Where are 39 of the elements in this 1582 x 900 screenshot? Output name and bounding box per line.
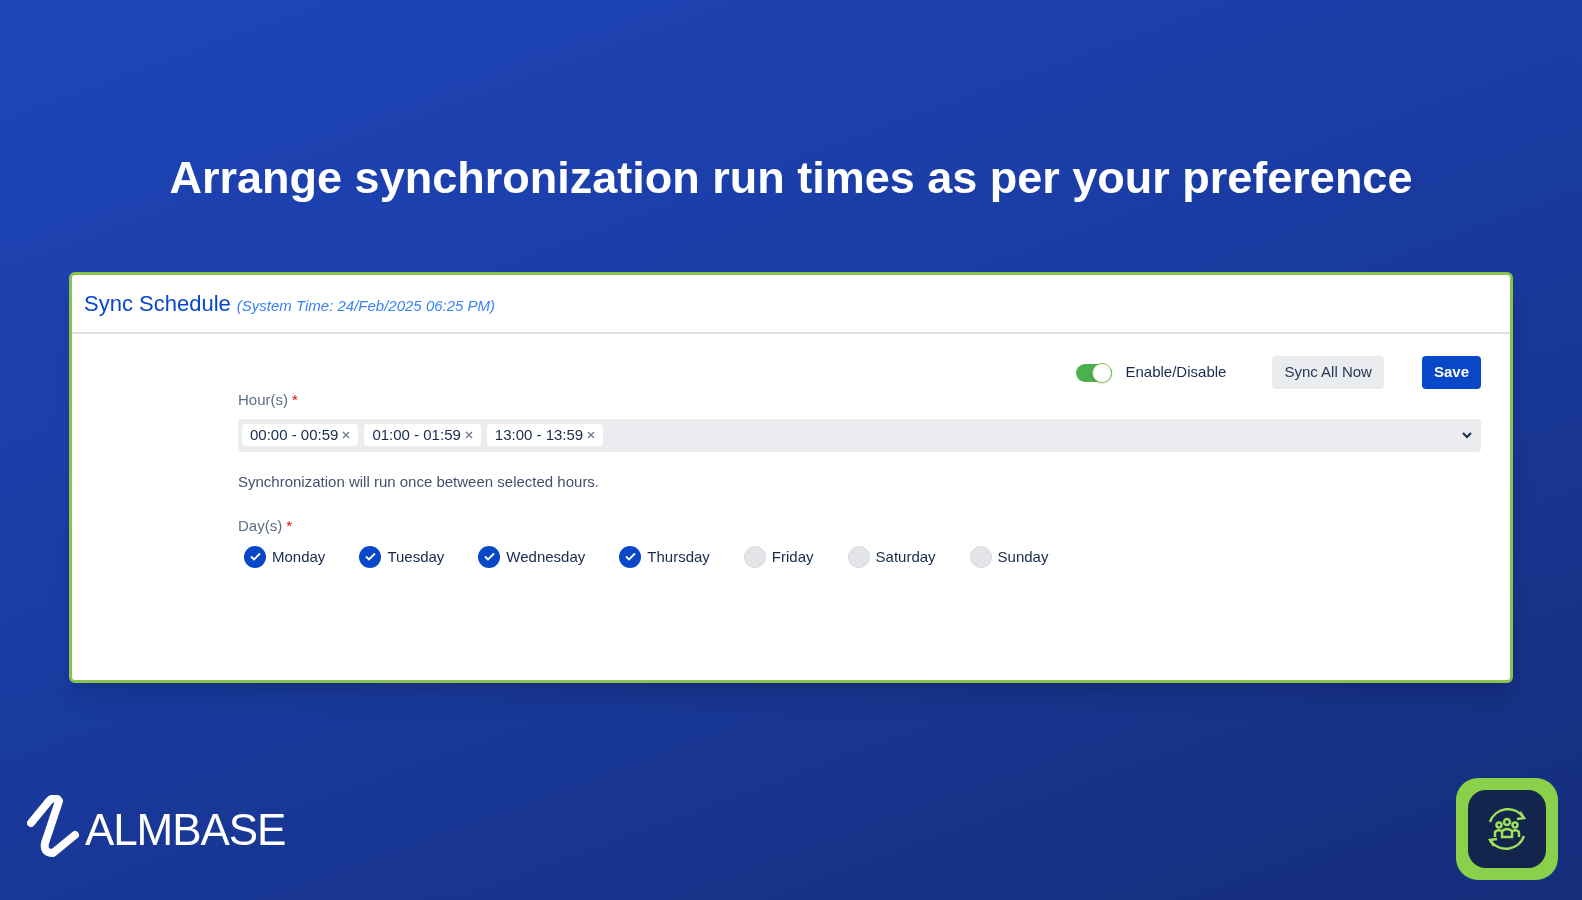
day-label: Thursday (647, 546, 710, 567)
close-icon[interactable] (587, 431, 596, 439)
day-label: Saturday (875, 546, 936, 567)
close-icon[interactable] (464, 431, 473, 439)
sync-now-button[interactable]: Sync All Now (1272, 356, 1384, 389)
day-checkbox[interactable] (969, 545, 992, 568)
check-icon (249, 552, 261, 562)
toggle-label: Enable/Disable (1125, 362, 1227, 383)
headline: Arrange synchronization run times as per your preference (169, 151, 1413, 205)
field-label: Hour(s) (238, 390, 288, 410)
tag-label: 01:00 - 01:59 (372, 424, 461, 445)
day-checkbox[interactable] (847, 545, 870, 568)
close-icon[interactable] (342, 431, 351, 439)
required-asterisk: * (292, 390, 298, 410)
check-icon (364, 552, 376, 562)
help-text: Synchronization will run once between selected hours. (238, 471, 601, 492)
enable-toggle[interactable] (1075, 363, 1112, 382)
day-checkbox[interactable] (743, 545, 766, 568)
day-label: Monday (272, 546, 326, 567)
hours-select[interactable]: 00:00 - 00:59 01:00 - 01:59 13:00 - 13:59 (238, 418, 1481, 452)
chevron-down-icon (1462, 431, 1472, 439)
field-label: Day(s) (238, 516, 283, 536)
panel-title: Sync Schedule (84, 290, 231, 318)
day-checkbox[interactable] (619, 545, 642, 568)
day-label: Tuesday (387, 546, 445, 567)
save-button[interactable]: Save (1421, 356, 1481, 389)
day-checkbox[interactable] (244, 545, 266, 568)
day-label: Wednesday (506, 546, 586, 567)
tag-label: 00:00 - 00:59 (250, 424, 339, 445)
check-icon (483, 552, 495, 562)
tag-label: 13:00 - 13:59 (494, 424, 584, 445)
required-asterisk: * (286, 516, 292, 536)
day-checkbox[interactable] (478, 545, 501, 568)
logo-text: ALMBASE (85, 804, 286, 856)
system-time: (System Time: 24/Feb/2025 06:25 PM) (236, 296, 496, 316)
check-icon (624, 552, 636, 562)
day-checkbox[interactable] (359, 545, 382, 568)
day-label: Sunday (997, 546, 1049, 567)
day-label: Friday (771, 546, 814, 567)
